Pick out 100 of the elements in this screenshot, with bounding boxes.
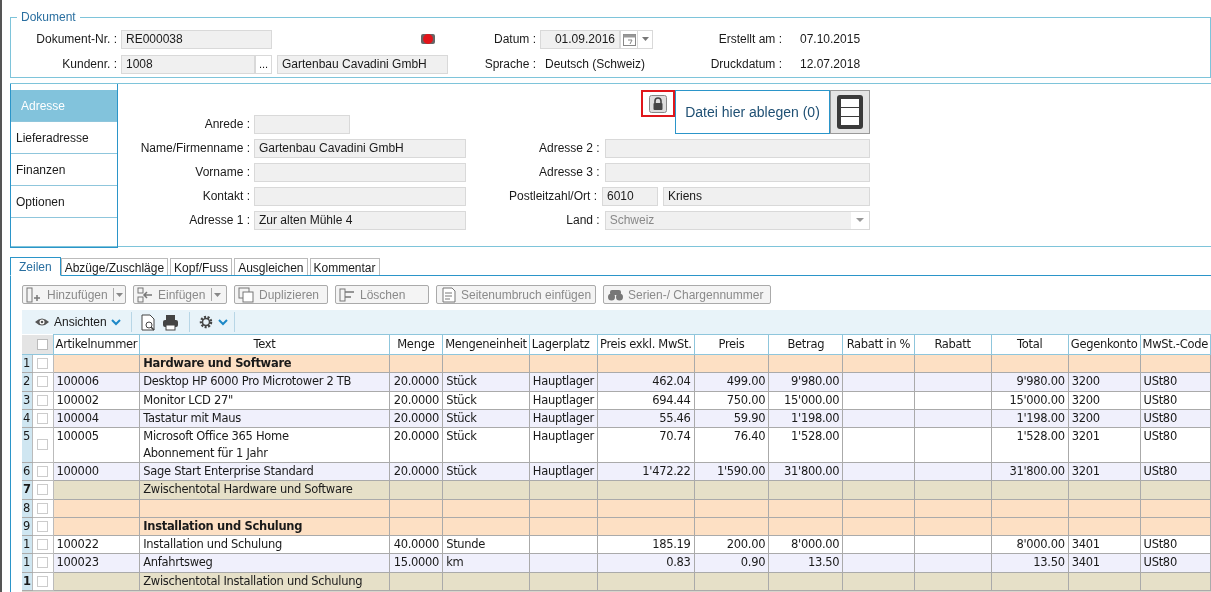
page-icon — [440, 286, 456, 303]
column-header[interactable]: Preis — [694, 334, 769, 355]
column-header[interactable]: Preis exkl. MwSt. — [597, 334, 695, 355]
delete-row-icon — [339, 286, 355, 303]
table-cell: 100006 — [53, 372, 140, 391]
group-title: Dokument — [20, 9, 77, 26]
table-cell: 3401 — [1068, 535, 1141, 554]
tab[interactable]: Kommentar — [309, 258, 380, 275]
cabinet-button[interactable] — [830, 90, 870, 134]
field-label: Kundenr. : — [61, 56, 118, 73]
status-light-icon — [420, 31, 436, 47]
table-cell: 31'800.00 — [991, 462, 1069, 481]
field-label: Adresse 2 : — [537, 140, 600, 157]
text-field[interactable]: Zur alten Mühle 4 — [254, 210, 466, 230]
table-cell: 15.0000 — [389, 553, 443, 572]
table-cell: 8'000.00 — [768, 535, 843, 554]
row-number: 4 — [22, 409, 33, 428]
date-field[interactable]: 01.09.2016 — [540, 29, 620, 49]
table-cell: Sage Start Enterprise Standard — [139, 462, 390, 481]
column-header[interactable]: Lagerplatz — [529, 334, 598, 355]
drop-zone[interactable]: Datei hier ablegen (0) — [675, 90, 830, 134]
text-field[interactable]: Gartenbau Cavadini GmbH — [254, 138, 466, 158]
table-cell: Installation und Schulung — [139, 517, 390, 536]
checkbox[interactable] — [37, 394, 49, 406]
field-label: Erstellt am : — [717, 31, 783, 48]
checkbox[interactable] — [37, 557, 49, 569]
lock-button[interactable] — [641, 90, 675, 117]
tab[interactable]: Kopf/Fuss — [170, 258, 233, 275]
customer-number-field[interactable]: 1008 — [121, 54, 255, 74]
checkbox[interactable] — [37, 539, 49, 550]
text-field[interactable] — [254, 114, 350, 134]
table-cell: 694.44 — [597, 391, 695, 410]
table-cell: 3201 — [1068, 427, 1141, 463]
field-label: Druckdatum : — [709, 56, 783, 73]
table-cell: 13.50 — [768, 553, 843, 572]
checkbox[interactable] — [37, 575, 49, 587]
tab[interactable]: Ausgleichen — [234, 258, 308, 275]
column-header[interactable]: Menge — [389, 334, 443, 355]
row-number: 5 — [22, 427, 33, 463]
column-header[interactable]: Total — [991, 334, 1069, 355]
add-row-icon — [26, 286, 42, 303]
table-cell: 100023 — [53, 553, 140, 572]
table-cell: Zwischentotal Hardware und Software — [139, 480, 390, 499]
selected-value: Schweiz — [609, 212, 655, 229]
city-field[interactable]: Kriens — [663, 186, 870, 206]
duplicate-icon — [238, 286, 254, 303]
table-cell: 70.74 — [597, 427, 695, 463]
views-button[interactable]: Ansichten — [22, 313, 125, 331]
table-cell: 20.0000 — [389, 409, 443, 428]
text-field[interactable] — [604, 138, 870, 158]
checkbox[interactable] — [37, 439, 49, 451]
checkbox[interactable] — [37, 358, 49, 369]
caret-icon — [214, 292, 221, 297]
table-cell: USt80 — [1140, 391, 1211, 410]
tab[interactable]: Abzüge/Zuschläge — [60, 258, 169, 275]
zip-field[interactable]: 6010 — [602, 186, 658, 206]
eye-icon — [34, 316, 50, 328]
table-cell: Tastatur mit Maus — [139, 409, 390, 428]
column-header[interactable]: Betrag — [768, 334, 843, 355]
table-cell: Stunde — [442, 535, 530, 554]
table-cell: 100000 — [53, 462, 140, 481]
table-cell: Microsoft Office 365 Home Abonnement für 1 Jahr — [139, 427, 390, 463]
customer-name-field[interactable]: Gartenbau Cavadini GmbH — [277, 54, 448, 74]
caret-icon — [641, 37, 649, 41]
table-cell: 3201 — [1068, 462, 1141, 481]
padlock-icon — [649, 94, 667, 113]
column-header[interactable]: MwSt.-Code — [1140, 334, 1211, 355]
tab[interactable]: Zeilen — [10, 257, 61, 276]
column-header[interactable]: Rabatt in % — [842, 334, 914, 355]
table-cell: 20.0000 — [389, 427, 443, 463]
dropdown-button[interactable] — [638, 29, 653, 49]
table-cell: 15'000.00 — [768, 391, 843, 410]
document-number-field[interactable]: RE000038 — [121, 29, 272, 49]
checkbox[interactable] — [37, 466, 49, 477]
table-cell: Monitor LCD 27" — [139, 391, 390, 410]
browse-button[interactable]: ... — [255, 54, 272, 74]
calendar-button[interactable] — [620, 29, 638, 49]
table-cell: 499.00 — [694, 372, 769, 391]
checkbox[interactable] — [37, 412, 49, 424]
checkbox[interactable] — [37, 484, 49, 496]
table-cell: 750.00 — [694, 391, 769, 410]
checkbox[interactable] — [37, 376, 49, 388]
table-cell: 40.0000 — [389, 535, 443, 554]
checkbox[interactable] — [37, 338, 49, 350]
column-header[interactable]: Artikelnummer — [53, 334, 140, 355]
column-header[interactable]: Gegenkonto — [1068, 334, 1141, 355]
column-header[interactable]: Text — [139, 334, 390, 355]
text-field[interactable] — [254, 186, 466, 206]
text-field[interactable] — [604, 162, 870, 182]
text-field[interactable] — [254, 162, 466, 182]
field-label: Name/Firmenname : — [139, 140, 251, 157]
table-cell: 3200 — [1068, 409, 1141, 428]
table-cell: Hauptlager — [529, 372, 598, 391]
column-header[interactable]: Rabatt — [914, 334, 992, 355]
checkbox[interactable] — [37, 502, 49, 514]
column-header[interactable]: Mengeneinheit — [442, 334, 530, 355]
table-cell: Hardware und Software — [139, 354, 390, 373]
checkbox[interactable] — [37, 520, 49, 532]
table-cell: Stück — [442, 391, 530, 410]
table-cell: 9'980.00 — [991, 372, 1069, 391]
